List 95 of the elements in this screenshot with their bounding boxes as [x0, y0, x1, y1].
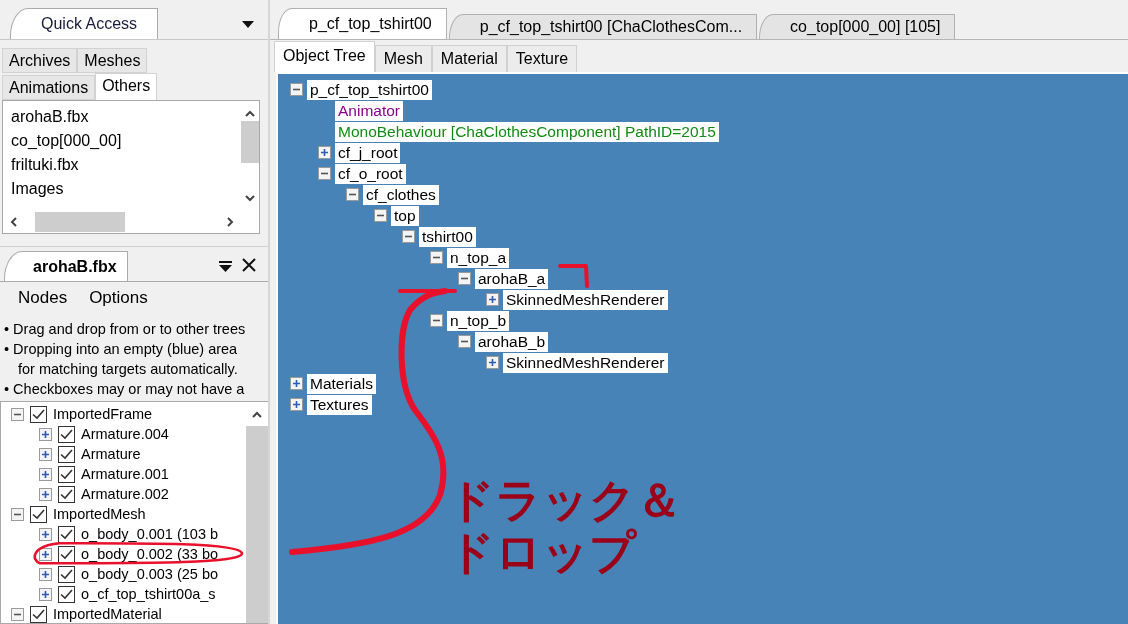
expand-icon[interactable] — [290, 377, 303, 390]
checkbox[interactable] — [58, 525, 75, 543]
checkbox[interactable] — [30, 605, 47, 623]
checkbox[interactable] — [58, 585, 75, 603]
collapse-icon[interactable] — [11, 507, 24, 521]
tree-node[interactable]: o_body_0.002 (33 bo — [81, 547, 219, 561]
menu-item[interactable]: Options — [89, 288, 148, 310]
scrollbar-thumb[interactable] — [241, 121, 259, 163]
checkbox[interactable] — [30, 405, 47, 423]
list-item[interactable]: arohaB.fbx — [11, 105, 233, 129]
expand-icon[interactable] — [39, 467, 52, 481]
collapse-icon[interactable] — [11, 607, 24, 621]
checkbox[interactable] — [58, 465, 75, 483]
collapse-icon[interactable] — [458, 335, 471, 348]
tree-node[interactable]: Armature — [81, 447, 141, 461]
checkbox[interactable] — [58, 565, 75, 583]
collapse-icon[interactable] — [290, 83, 303, 96]
tree-node[interactable]: arohaB_a — [475, 268, 549, 289]
tree-node[interactable]: MonoBehaviour [ChaClothesComponent] PathID=2015 — [335, 121, 719, 142]
help-text: • Drag and drop from or to other trees — [4, 320, 247, 339]
view-tab[interactable]: Object Tree — [274, 41, 375, 72]
collapse-icon[interactable] — [458, 272, 471, 285]
collapse-icon[interactable] — [11, 407, 24, 421]
tree-node[interactable]: ImportedMesh — [53, 507, 146, 521]
expand-icon[interactable] — [39, 567, 52, 581]
list-item[interactable]: co_top[000_00] — [11, 129, 233, 153]
collapse-icon[interactable] — [430, 314, 443, 327]
tree-node[interactable]: o_body_0.003 (25 bo — [81, 567, 219, 581]
category-tab[interactable]: Animations — [2, 75, 96, 100]
tree-node[interactable]: SkinnedMeshRenderer — [503, 289, 668, 310]
bracket-stroke — [558, 264, 589, 288]
expand-icon[interactable] — [486, 356, 499, 369]
tree-node[interactable]: SkinnedMeshRenderer — [503, 352, 668, 373]
category-tab[interactable]: Others — [95, 73, 158, 100]
document-tab[interactable]: p_cf_top_tshirt00 [ChaClothesCom... — [448, 14, 758, 39]
tree-node[interactable]: Armature.001 — [81, 467, 169, 481]
collapse-icon[interactable] — [402, 230, 415, 243]
dropdown-icon[interactable] — [242, 21, 254, 29]
underline-stroke — [398, 289, 457, 293]
dropdown-icon[interactable] — [219, 261, 232, 272]
tree-node[interactable]: cf_j_root — [335, 142, 401, 163]
category-tab[interactable]: Archives — [2, 48, 78, 73]
tree-node[interactable]: ImportedFrame — [53, 407, 153, 421]
tree-node[interactable]: ImportedMaterial — [53, 607, 162, 621]
expand-icon[interactable] — [486, 293, 499, 306]
expand-icon[interactable] — [318, 146, 331, 159]
panel-tab[interactable]: arohaB.fbx — [4, 251, 128, 281]
checkbox[interactable] — [58, 545, 75, 563]
tree-node[interactable]: o_body_0.001 (103 b — [81, 527, 219, 541]
tree-node[interactable]: arohaB_b — [475, 331, 549, 352]
close-icon[interactable] — [242, 258, 256, 272]
scrollbar-thumb[interactable] — [246, 426, 268, 623]
checkbox[interactable] — [58, 485, 75, 503]
expand-icon[interactable] — [39, 447, 52, 461]
list-item[interactable]: friltuki.fbx — [11, 153, 233, 177]
tree-node[interactable]: n_top_a — [447, 247, 510, 268]
tree-node[interactable]: Armature.002 — [81, 487, 169, 501]
tree-node[interactable]: cf_clothes — [363, 184, 439, 205]
help-text: • Dropping into an empty (blue) area — [4, 340, 239, 359]
tree-node[interactable]: cf_o_root — [335, 163, 406, 184]
tree-node[interactable]: Animator — [335, 100, 404, 121]
tree-node[interactable]: top — [391, 205, 419, 226]
tree-node[interactable]: Armature.004 — [81, 427, 169, 441]
document-tab[interactable]: co_top[000_00] [105] — [759, 14, 956, 39]
expand-icon[interactable] — [39, 427, 52, 441]
view-tab[interactable]: Texture — [506, 45, 578, 72]
tree-node[interactable]: p_cf_top_tshirt00 — [307, 79, 432, 100]
view-tab[interactable]: Mesh — [374, 45, 432, 72]
list-item[interactable]: Images — [11, 177, 233, 201]
expand-icon[interactable] — [39, 547, 52, 561]
tree-node[interactable]: Textures — [307, 394, 372, 415]
tree-node[interactable]: n_top_b — [447, 310, 510, 331]
tree-node[interactable]: o_cf_top_tshirt00a_s — [81, 587, 216, 601]
collapse-icon[interactable] — [318, 167, 331, 180]
tree-node[interactable]: tshirt00 — [419, 226, 476, 247]
menu-item[interactable]: Nodes — [18, 288, 68, 310]
expand-icon[interactable] — [39, 487, 52, 501]
checkbox[interactable] — [58, 425, 75, 443]
checkbox[interactable] — [30, 505, 47, 523]
collapse-icon[interactable] — [430, 251, 443, 264]
help-text: • Checkboxes may or may not have a — [4, 380, 246, 399]
expand-icon[interactable] — [290, 398, 303, 411]
panel-tab[interactable]: Quick Access — [10, 8, 159, 39]
annotation-text: ドラック＆ ドロップ — [448, 474, 682, 578]
checkbox[interactable] — [58, 445, 75, 463]
scrollbar-thumb[interactable] — [35, 212, 125, 232]
expand-icon[interactable] — [39, 527, 52, 541]
collapse-icon[interactable] — [346, 188, 359, 201]
collapse-icon[interactable] — [374, 209, 387, 222]
category-tab[interactable]: Meshes — [77, 48, 148, 73]
document-tab[interactable]: p_cf_top_tshirt00 — [278, 8, 447, 39]
tree-node[interactable]: Materials — [307, 373, 376, 394]
view-tab[interactable]: Material — [431, 45, 507, 72]
expand-icon[interactable] — [39, 587, 52, 601]
help-text: for matching targets automatically. — [17, 360, 239, 379]
